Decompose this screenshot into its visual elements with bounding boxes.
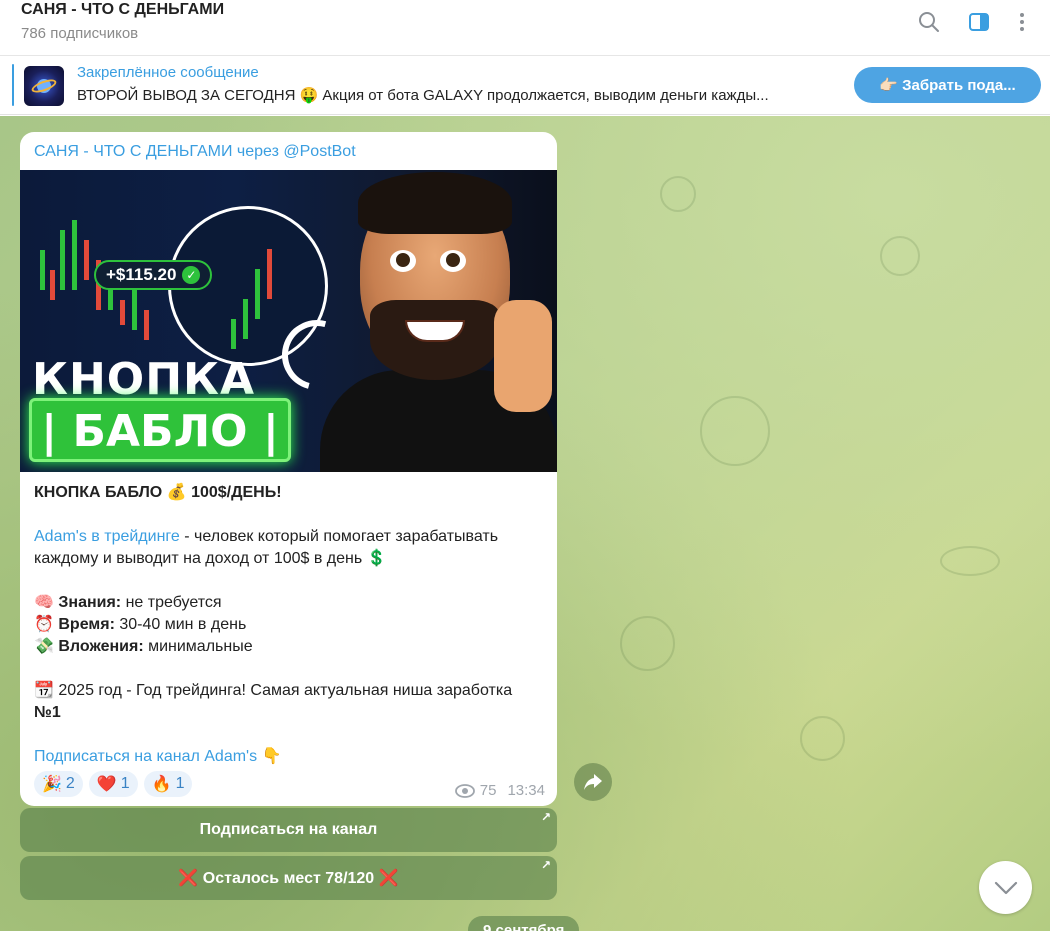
party-icon: 🎉 <box>42 776 62 793</box>
invest-line: 💸 Вложения: минимальные <box>34 636 544 658</box>
pinned-thumbnail <box>24 66 64 106</box>
seats-button-label: ❌ Осталось мест 78/120 ❌ <box>178 870 399 887</box>
message-author[interactable]: САНЯ - ЧТО С ДЕНЬГАМИ через @PostBot <box>34 143 356 161</box>
money-wings-icon: 💸 <box>34 638 54 655</box>
reaction-count: 1 <box>120 775 130 792</box>
external-link-icon: ↗ <box>540 810 551 824</box>
check-icon: ✓ <box>182 266 201 284</box>
pinned-action-button[interactable]: 👉🏻 Забрать пода... <box>854 67 1041 103</box>
eye-icon <box>440 250 466 272</box>
reaction-count: 1 <box>175 775 185 792</box>
search-icon[interactable] <box>915 8 943 36</box>
brain-icon: 🧠 <box>34 594 54 611</box>
chevron-down-icon <box>994 881 1017 894</box>
alarm-clock-icon: ⏰ <box>34 616 54 633</box>
fire-icon: 🔥 <box>151 776 172 793</box>
image-button-text: | БАБЛО | <box>41 406 279 457</box>
year-line-1: 📆 2025 год - Год трейдинга! Самая актуал… <box>34 682 513 699</box>
scroll-down-button[interactable] <box>979 861 1032 914</box>
wallpaper-doodle <box>880 236 920 276</box>
reaction-count: 2 <box>65 775 75 792</box>
thumbs-up-icon <box>494 300 552 412</box>
eye-views-icon <box>454 783 475 798</box>
wallpaper-doodle <box>620 616 675 671</box>
reaction-fire[interactable]: 🔥 1 <box>143 771 193 797</box>
pinned-indicator <box>12 64 14 106</box>
person-hair <box>358 172 512 234</box>
forward-button[interactable] <box>574 763 612 801</box>
wallpaper-doodle <box>800 716 845 761</box>
eye-icon <box>390 250 416 272</box>
year-line-2: №1 <box>34 702 544 724</box>
adams-link[interactable]: Adam's в трейдинге <box>34 528 180 545</box>
view-count: 75 <box>479 782 497 799</box>
message-meta: 75 13:34 <box>454 782 545 799</box>
pinned-message-bar[interactable]: Закреплённое сообщение ВТОРОЙ ВЫВОД ЗА С… <box>0 56 1050 115</box>
time-line: ⏰ Время: 30-40 мин в день <box>34 614 544 636</box>
wallpaper-doodle <box>700 396 770 466</box>
pinned-label: Закреплённое сообщение <box>77 64 259 81</box>
knowledge-line: 🧠 Знания: не требуется <box>34 592 544 614</box>
message-text: КНОПКА БАБЛО 💰 100$/ДЕНЬ! Adam's в трейд… <box>34 482 544 768</box>
message-image[interactable]: +$115.20 ✓ КНОПКА | БАБЛО | <box>20 170 557 472</box>
seats-left-button[interactable]: ❌ Осталось мест 78/120 ❌ ↗ <box>20 856 557 900</box>
time-value: 30-40 мин в день <box>114 616 247 633</box>
year-line-2-text: №1 <box>34 704 61 721</box>
chat-area: САНЯ - ЧТО С ДЕНЬГАМИ через @PostBot +$1… <box>0 116 1050 931</box>
intro-line-1: Adam's в трейдинге - человек который пом… <box>34 526 544 548</box>
pinned-text: ВТОРОЙ ВЫВОД ЗА СЕГОДНЯ 🤑 Акция от бота … <box>77 87 769 104</box>
wallpaper-doodle <box>660 176 696 212</box>
wallpaper-doodle <box>940 546 1000 576</box>
sidebar-toggle-icon[interactable] <box>965 8 993 36</box>
reactions-row: 🎉 2 ❤️ 1 🔥 1 <box>34 771 193 797</box>
message-time: 13:34 <box>507 782 545 799</box>
date-separator: 9 сентября <box>468 916 580 931</box>
knowledge-label: Знания: <box>58 594 122 611</box>
message-title: КНОПКА БАБЛО 💰 100$/ДЕНЬ! <box>34 482 544 504</box>
message-title-text: КНОПКА БАБЛО 💰 100$/ДЕНЬ! <box>34 484 282 501</box>
message-bubble[interactable]: САНЯ - ЧТО С ДЕНЬГАМИ через @PostBot +$1… <box>20 132 557 806</box>
subscribe-line: Подписаться на канал Adam's 👇 <box>34 746 544 768</box>
profit-badge: +$115.20 ✓ <box>94 260 213 290</box>
knowledge-value: не требуется <box>121 594 222 611</box>
reaction-heart[interactable]: ❤️ 1 <box>88 771 138 797</box>
subscribe-button-label: Подписаться на канал <box>199 821 378 838</box>
heart-icon: ❤️ <box>96 776 117 793</box>
more-vertical-icon[interactable] <box>1008 8 1036 36</box>
invest-value: минимальные <box>143 638 253 655</box>
subscribe-channel-button[interactable]: Подписаться на канал ↗ <box>20 808 557 852</box>
channel-title[interactable]: САНЯ - ЧТО С ДЕНЬГАМИ <box>21 0 224 20</box>
forward-icon <box>584 774 602 790</box>
subscriber-count: 786 подписчиков <box>21 25 139 42</box>
subscribe-adams-link[interactable]: Подписаться на канал Adam's 👇 <box>34 748 281 765</box>
reaction-party[interactable]: 🎉 2 <box>34 771 83 797</box>
profit-amount: +$115.20 <box>106 265 177 284</box>
intro-line-2: каждому и выводит на доход от 100$ в ден… <box>34 550 387 567</box>
time-label: Время: <box>58 616 115 633</box>
intro-text: - человек который помогает зарабатывать <box>179 528 499 545</box>
external-link-icon: ↗ <box>540 858 551 872</box>
chat-header: САНЯ - ЧТО С ДЕНЬГАМИ 786 подписчиков <box>0 0 1050 56</box>
image-green-button: | БАБЛО | <box>29 398 291 462</box>
invest-label: Вложения: <box>58 638 144 655</box>
